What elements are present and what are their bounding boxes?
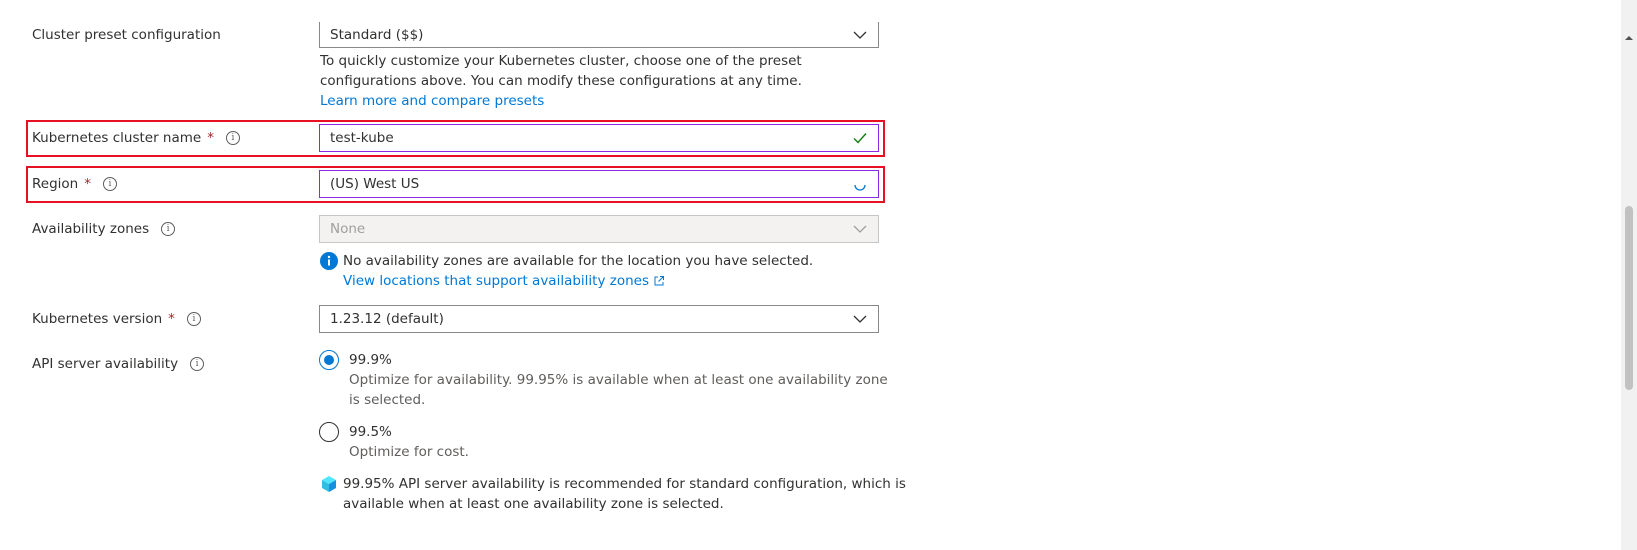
info-circle-icon[interactable]: i — [102, 177, 117, 191]
availability-zones-label: Availability zones i — [32, 221, 176, 237]
availability-zones-dropdown: None — [319, 215, 879, 243]
preset-help-line-2: configurations above. You can modify the… — [320, 73, 802, 89]
option-desc-line-1: Optimize for cost. — [349, 444, 469, 460]
info-circle-icon[interactable]: i — [225, 131, 240, 145]
cluster-name-input[interactable]: test-kube — [319, 124, 879, 152]
view-locations-link[interactable]: View locations that support availability… — [343, 271, 649, 291]
preset-value: Standard ($$) — [330, 26, 424, 43]
region-label: Region * i — [32, 176, 117, 192]
region-label-text: Region — [32, 176, 79, 192]
vertical-scrollbar[interactable] — [1621, 0, 1637, 550]
cluster-name-value: test-kube — [330, 130, 394, 146]
region-value: (US) West US — [330, 176, 420, 192]
preset-dropdown[interactable]: Standard ($$) — [319, 22, 879, 48]
availability-zones-label-text: Availability zones — [32, 221, 150, 237]
availability-zones-info: No availability zones are available for … — [320, 251, 813, 291]
api-note-line-1: 99.95% API server availability is recomm… — [343, 476, 906, 492]
required-asterisk: * — [207, 130, 214, 146]
preset-label-text: Cluster preset configuration — [32, 27, 221, 43]
api-server-label: API server availability i — [32, 356, 205, 372]
chevron-down-icon — [853, 315, 867, 323]
checkmark-icon — [853, 133, 867, 144]
k8s-version-value: 1.23.12 (default) — [330, 311, 444, 327]
radio-button[interactable] — [319, 422, 339, 442]
k8s-version-dropdown[interactable]: 1.23.12 (default) — [319, 305, 879, 333]
k8s-version-label-text: Kubernetes version — [32, 311, 163, 327]
cube-icon — [322, 476, 336, 492]
cluster-name-label: Kubernetes cluster name * i — [32, 130, 240, 146]
chevron-down-icon — [853, 31, 867, 39]
info-circle-icon[interactable]: i — [186, 312, 201, 326]
required-asterisk: * — [168, 311, 175, 327]
cluster-name-label-text: Kubernetes cluster name — [32, 130, 202, 146]
info-circle-icon[interactable]: i — [190, 357, 205, 371]
preset-help: To quickly customize your Kubernetes clu… — [320, 51, 802, 111]
region-dropdown[interactable]: (US) West US — [319, 170, 879, 198]
api-option-99-5[interactable]: 99.5% Optimize for cost. — [319, 422, 469, 462]
external-link-icon[interactable] — [653, 275, 665, 287]
api-server-label-text: API server availability — [32, 356, 179, 372]
loading-spinner-icon — [854, 184, 866, 191]
availability-zones-value: None — [330, 221, 366, 237]
info-circle-icon[interactable]: i — [161, 222, 176, 236]
api-recommendation-note: 99.95% API server availability is recomm… — [320, 474, 906, 514]
api-note-line-2: available when at least one availability… — [343, 496, 724, 512]
scroll-up-arrow-icon[interactable] — [1621, 30, 1637, 46]
preset-help-line-1: To quickly customize your Kubernetes clu… — [320, 53, 802, 69]
required-asterisk: * — [84, 176, 91, 192]
radio-button[interactable] — [319, 350, 339, 370]
availability-zones-info-text: No availability zones are available for … — [343, 253, 814, 269]
option-desc-line-1: Optimize for availability. 99.95% is ava… — [349, 372, 888, 388]
option-desc-line-2: is selected. — [349, 392, 426, 408]
chevron-down-icon — [853, 225, 867, 233]
scroll-thumb[interactable] — [1625, 206, 1633, 390]
k8s-version-label: Kubernetes version * i — [32, 311, 201, 327]
option-value: 99.9% — [349, 352, 392, 368]
api-option-99-9[interactable]: 99.9% Optimize for availability. 99.95% … — [319, 350, 888, 410]
info-filled-icon — [320, 252, 338, 270]
learn-more-presets-link[interactable]: Learn more and compare presets — [320, 91, 802, 111]
option-value: 99.5% — [349, 424, 392, 440]
preset-label: Cluster preset configuration — [32, 27, 221, 43]
